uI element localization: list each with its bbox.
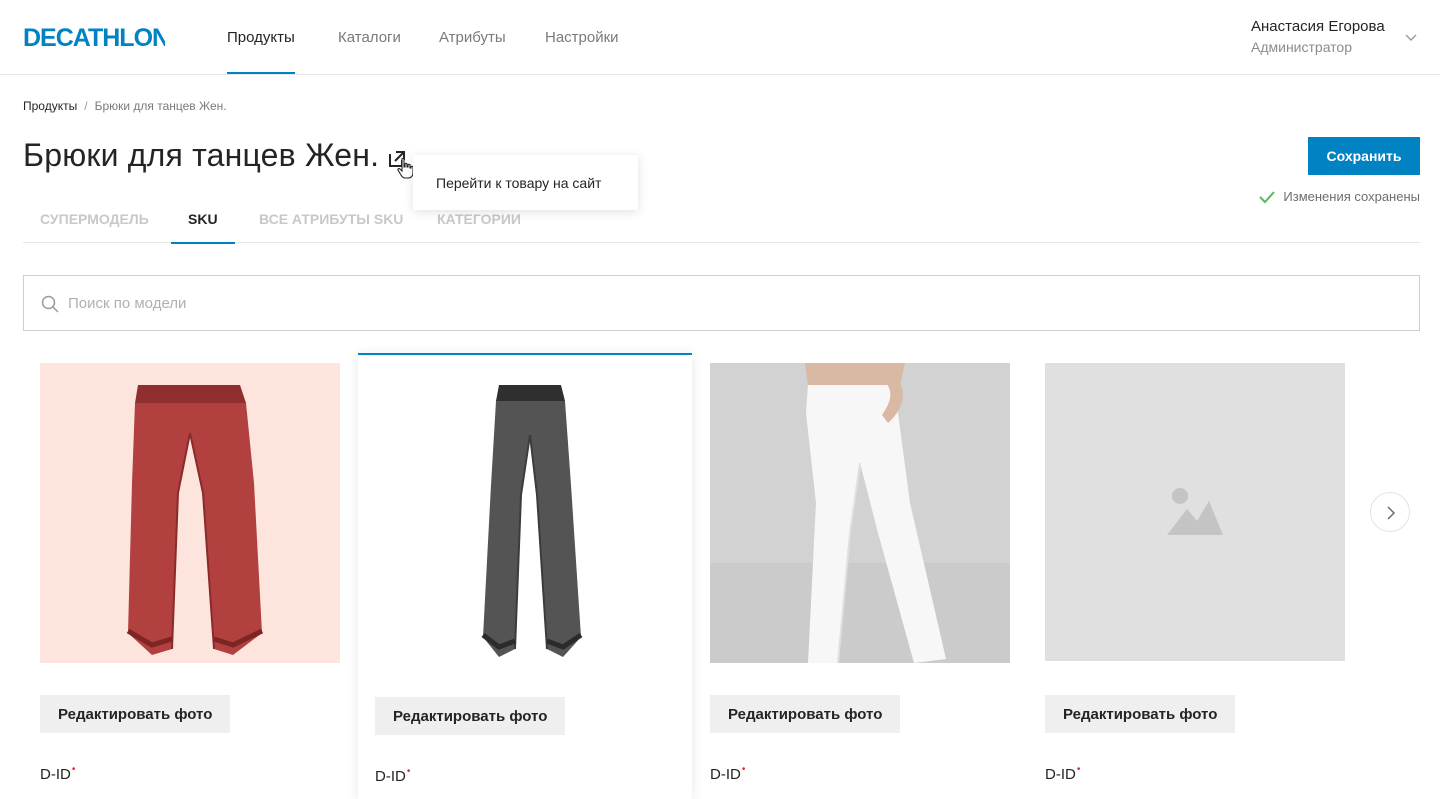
- product-photo: [710, 363, 1010, 663]
- sku-card-selected[interactable]: Редактировать фото D-ID•: [358, 353, 692, 799]
- breadcrumb-separator: /: [84, 99, 88, 113]
- d-id-label: D-ID•: [1045, 764, 1081, 783]
- carousel-next-button[interactable]: [1370, 492, 1410, 532]
- edit-photo-button[interactable]: Редактировать фото: [40, 695, 231, 733]
- required-mark: •: [406, 766, 411, 777]
- photo-placeholder: [1045, 363, 1345, 661]
- required-mark: •: [741, 764, 746, 775]
- edit-photo-button[interactable]: Редактировать фото: [375, 697, 566, 735]
- product-photo: [40, 363, 340, 663]
- d-id-label: D-ID•: [710, 764, 746, 783]
- decathlon-logo[interactable]: DECATHLON: [23, 24, 165, 50]
- nav-settings[interactable]: Настройки: [545, 0, 619, 75]
- user-name: Анастасия Егорова: [1251, 18, 1385, 35]
- sku-card[interactable]: Редактировать фото D-ID•: [1028, 353, 1362, 799]
- chevron-right-icon: [1387, 506, 1396, 520]
- tooltip-go-to-site: Перейти к товару на сайт: [413, 155, 638, 210]
- tab-sku[interactable]: SKU: [171, 197, 235, 244]
- top-header: DECATHLON Продукты Каталоги Атрибуты Нас…: [0, 0, 1440, 75]
- sku-card[interactable]: Редактировать фото D-ID•: [23, 353, 357, 799]
- breadcrumb-current: Брюки для танцев Жен.: [94, 99, 227, 113]
- edit-photo-button[interactable]: Редактировать фото: [1045, 695, 1236, 733]
- nav-products[interactable]: Продукты: [227, 0, 295, 75]
- d-id-label: D-ID•: [375, 766, 411, 785]
- nav-attributes[interactable]: Атрибуты: [439, 0, 506, 75]
- tab-all-sku-attributes[interactable]: Все атрибуты SKU: [242, 197, 420, 243]
- chevron-down-icon[interactable]: [1404, 30, 1418, 44]
- required-mark: •: [71, 764, 76, 775]
- user-menu[interactable]: Анастасия Егорова Администратор: [1251, 18, 1386, 55]
- required-mark: •: [1076, 764, 1081, 775]
- search-input[interactable]: [68, 276, 1398, 330]
- save-button[interactable]: Сохранить: [1308, 137, 1420, 175]
- tabs-bar: Супермодель SKU Все атрибуты SKU Категор…: [23, 197, 1420, 244]
- image-placeholder-icon: [1167, 488, 1223, 535]
- d-id-text: D-ID: [40, 766, 71, 783]
- edit-photo-button[interactable]: Редактировать фото: [710, 695, 901, 733]
- user-role: Администратор: [1251, 39, 1353, 55]
- d-id-text: D-ID: [710, 766, 741, 783]
- model-search: [23, 275, 1420, 331]
- svg-text:DECATHLON: DECATHLON: [23, 24, 165, 50]
- d-id-label: D-ID•: [40, 764, 76, 783]
- d-id-text: D-ID: [375, 768, 406, 785]
- sku-card[interactable]: Редактировать фото D-ID•: [693, 353, 1027, 799]
- d-id-text: D-ID: [1045, 766, 1076, 783]
- tab-supermodel[interactable]: Супермодель: [23, 197, 166, 243]
- page-title: Брюки для танцев Жен.: [23, 137, 380, 173]
- breadcrumb-products[interactable]: Продукты: [23, 99, 77, 113]
- nav-catalogs[interactable]: Каталоги: [338, 0, 401, 75]
- search-icon: [41, 295, 59, 313]
- product-photo: [375, 365, 675, 665]
- breadcrumb: Продукты / Брюки для танцев Жен.: [23, 99, 227, 113]
